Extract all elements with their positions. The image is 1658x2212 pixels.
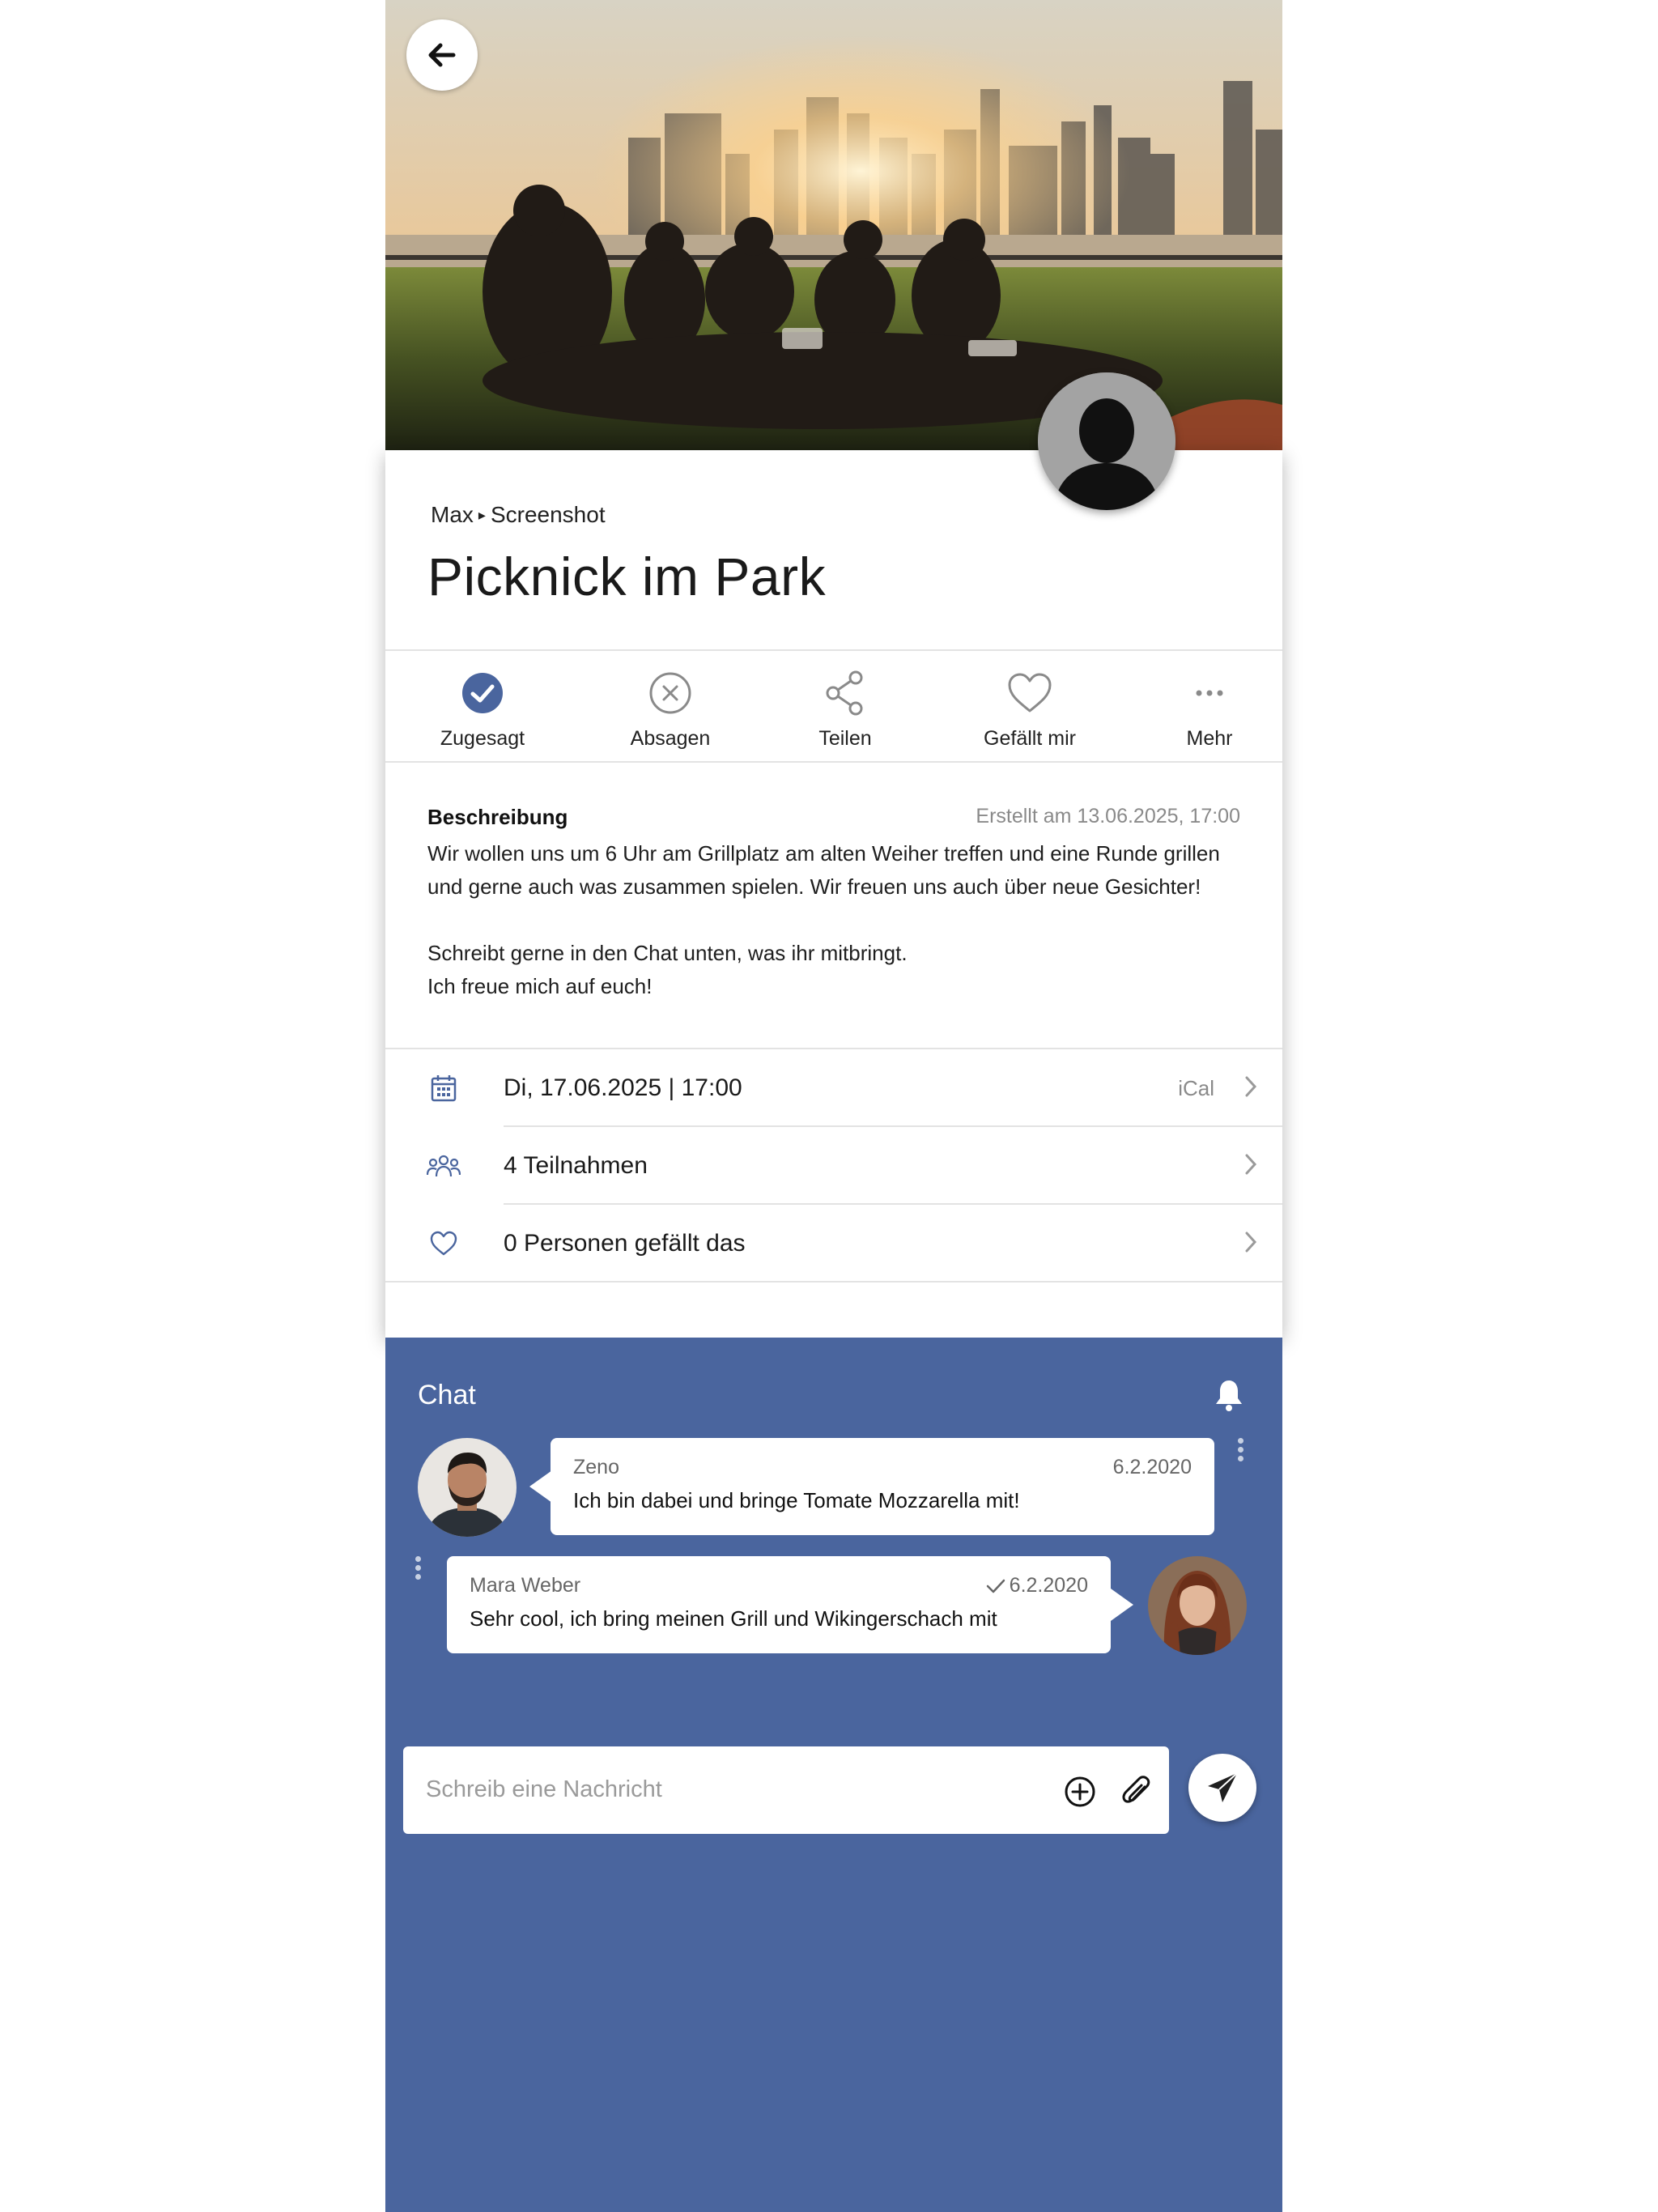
avatar-mara-weber[interactable]: [1148, 1556, 1247, 1655]
user-photo-icon: [418, 1438, 517, 1537]
send-icon: [1208, 1772, 1238, 1802]
x-circle-icon: [649, 672, 691, 714]
ical-link[interactable]: iCal: [1178, 1076, 1214, 1101]
description-line: Wir wollen uns um 6 Uhr am Grillplatz am…: [427, 841, 1220, 866]
plus-circle-icon: [1065, 1776, 1095, 1807]
event-title: Picknick im Park: [427, 547, 827, 606]
attach-button[interactable]: [1120, 1774, 1153, 1814]
likes-row[interactable]: 0 Personen gefällt das: [385, 1205, 1282, 1283]
heart-icon: [430, 1231, 457, 1256]
chat-message-own[interactable]: Mara Weber 6.2.2020 Sehr cool, ich bring…: [447, 1556, 1111, 1653]
event-cover-image: [385, 0, 1282, 450]
event-card: Max ▸ Screenshot Picknick im Park Zugesa…: [385, 450, 1282, 1338]
add-button[interactable]: [1064, 1776, 1096, 1812]
message-text: Sehr cool, ich bring meinen Grill und Wi…: [470, 1606, 997, 1631]
action-bar: Zugesagt Absagen Teilen Gefällt mir Mehr: [385, 651, 1282, 761]
divider: [385, 1281, 1282, 1283]
chat-section: Chat Zeno 6.2.2020 Ich bin dabei und bri…: [385, 1338, 1282, 2212]
participants-count: 4 Teilnahmen: [504, 1152, 648, 1179]
accepted-button[interactable]: Zugesagt: [402, 651, 563, 761]
more-icon: [1196, 690, 1223, 696]
like-button[interactable]: Gefällt mir: [949, 651, 1111, 761]
back-button[interactable]: [406, 19, 478, 91]
heart-icon: [1008, 673, 1052, 713]
organizer-avatar[interactable]: [1038, 372, 1175, 510]
message-composer: [403, 1746, 1169, 1834]
page: Max ▸ Screenshot Picknick im Park Zugesa…: [0, 0, 1658, 2212]
created-date: Erstellt am 13.06.2025, 17:00: [976, 805, 1240, 827]
message-date: 6.2.2020: [985, 1574, 1088, 1597]
chat-message[interactable]: Zeno 6.2.2020 Ich bin dabei und bringe T…: [551, 1438, 1214, 1535]
send-button[interactable]: [1188, 1754, 1256, 1822]
decline-label: Absagen: [630, 727, 711, 750]
notification-bell-button[interactable]: [1214, 1378, 1244, 1416]
chevron-right-icon: [1245, 1076, 1257, 1096]
breadcrumb-author[interactable]: Max: [431, 502, 474, 528]
bubble-tail: [1111, 1589, 1133, 1621]
divider: [385, 761, 1282, 763]
message-date-text: 6.2.2020: [1112, 1456, 1192, 1478]
chevron-right-icon: [1245, 1154, 1257, 1174]
message-input[interactable]: [426, 1769, 1041, 1810]
check-icon: [986, 1579, 1005, 1593]
chat-title: Chat: [418, 1380, 476, 1410]
breadcrumb-group[interactable]: Screenshot: [491, 502, 606, 528]
description-text: Wir wollen uns um 6 Uhr am Grillplatz am…: [427, 837, 1245, 1003]
event-screen: Max ▸ Screenshot Picknick im Park Zugesa…: [385, 0, 1282, 2212]
check-circle-icon: [462, 673, 503, 713]
message-date-text: 6.2.2020: [1009, 1574, 1088, 1597]
arrow-left-icon: [428, 43, 456, 67]
message-menu-button[interactable]: [1235, 1438, 1245, 1461]
more-label: Mehr: [1186, 727, 1233, 750]
user-photo-icon: [1148, 1556, 1247, 1655]
chevron-right-icon: [1245, 1231, 1257, 1252]
participants-row[interactable]: 4 Teilnahmen: [385, 1127, 1282, 1205]
message-menu-button[interactable]: [413, 1556, 423, 1580]
like-label: Gefällt mir: [984, 727, 1076, 750]
description-line: und gerne auch was zusammen spielen. Wir…: [427, 874, 1201, 899]
message-author: Mara Weber: [470, 1574, 581, 1597]
share-icon: [826, 670, 863, 716]
share-button[interactable]: Teilen: [764, 651, 926, 761]
users-icon: [427, 1155, 461, 1177]
message-text: Ich bin dabei und bringe Tomate Mozzarel…: [573, 1488, 1020, 1512]
description-line: Schreibt gerne in den Chat unten, was ih…: [427, 941, 908, 965]
breadcrumb: Max ▸ Screenshot: [431, 502, 606, 528]
description-heading: Beschreibung: [427, 805, 568, 829]
event-date: Di, 17.06.2025 | 17:00: [504, 1074, 742, 1101]
bell-icon: [1216, 1380, 1242, 1411]
accepted-label: Zugesagt: [440, 727, 525, 750]
paperclip-icon: [1122, 1776, 1150, 1803]
decline-button[interactable]: Absagen: [589, 651, 751, 761]
likes-count: 0 Personen gefällt das: [504, 1230, 746, 1257]
breadcrumb-separator: ▸: [478, 506, 486, 523]
bubble-tail: [529, 1470, 552, 1503]
share-label: Teilen: [818, 727, 872, 750]
avatar-zeno[interactable]: [418, 1438, 517, 1537]
date-row[interactable]: Di, 17.06.2025 | 17:00 iCal: [385, 1049, 1282, 1127]
message-date: 6.2.2020: [1113, 1456, 1192, 1479]
calendar-icon: [431, 1075, 457, 1102]
default-avatar-icon: [1038, 372, 1175, 510]
message-author: Zeno: [573, 1456, 619, 1478]
description-line: Ich freue mich auf euch!: [427, 974, 653, 998]
more-button[interactable]: Mehr: [1129, 651, 1290, 761]
